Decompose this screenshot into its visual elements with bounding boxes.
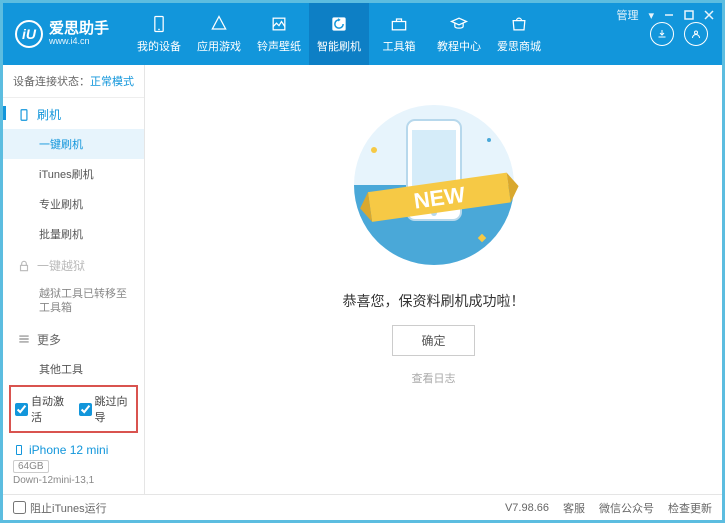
status-value: 正常模式 <box>90 76 134 88</box>
refresh-icon <box>329 14 349 34</box>
checkbox-skip-guide[interactable]: 跳过向导 <box>79 393 133 425</box>
status-label: 设备连接状态： <box>13 76 90 88</box>
sidebar-item-pro-flash[interactable]: 专业刷机 <box>3 189 144 219</box>
success-illustration: NEW <box>329 95 539 275</box>
main-panel: NEW 恭喜您，保资料刷机成功啦！ 确定 查看日志 <box>145 65 722 494</box>
device-info[interactable]: iPhone 12 mini 64GB Down-12mini-13,1 <box>3 437 144 494</box>
minimize-button[interactable] <box>664 10 674 20</box>
section-jailbreak[interactable]: 一键越狱 <box>3 249 144 280</box>
phone-icon <box>13 444 25 456</box>
sidebar: 设备连接状态：正常模式 刷机 一键刷机 iTunes刷机 专业刷机 批量刷机 一… <box>3 65 145 494</box>
download-icon <box>656 28 668 40</box>
apps-icon <box>209 14 229 34</box>
checkbox-label: 阻止iTunes运行 <box>30 500 107 516</box>
tab-tutorials[interactable]: 教程中心 <box>429 3 489 65</box>
support-link[interactable]: 客服 <box>563 500 585 516</box>
tab-label: 智能刷机 <box>317 38 361 54</box>
tab-label: 铃声壁纸 <box>257 38 301 54</box>
tab-label: 教程中心 <box>437 38 481 54</box>
store-icon <box>509 14 529 34</box>
menu-button[interactable]: 管理 <box>616 7 638 23</box>
checkbox-label: 跳过向导 <box>95 393 133 425</box>
footer: 阻止iTunes运行 V7.98.66 客服 微信公众号 检查更新 <box>3 494 722 520</box>
device-capacity: 64GB <box>13 460 49 473</box>
check-update-link[interactable]: 检查更新 <box>668 500 712 516</box>
tab-label: 爱思商城 <box>497 38 541 54</box>
close-button[interactable] <box>704 10 714 20</box>
maximize-button[interactable] <box>684 10 694 20</box>
checkbox-input[interactable] <box>13 501 26 514</box>
checkbox-input[interactable] <box>15 403 28 416</box>
section-label: 刷机 <box>37 106 61 123</box>
section-label: 一键越狱 <box>37 257 85 274</box>
logo-area: iU 爱思助手 www.i4.cn <box>3 3 121 65</box>
version-label: V7.98.66 <box>505 502 549 514</box>
view-log-link[interactable]: 查看日志 <box>412 370 456 386</box>
sidebar-item-oneclick-flash[interactable]: 一键刷机 <box>3 129 144 159</box>
tab-my-device[interactable]: 我的设备 <box>129 3 189 65</box>
user-button[interactable] <box>684 22 708 46</box>
tab-flash[interactable]: 智能刷机 <box>309 3 369 65</box>
wallpaper-icon <box>269 14 289 34</box>
sidebar-item-itunes-flash[interactable]: iTunes刷机 <box>3 159 144 189</box>
wechat-link[interactable]: 微信公众号 <box>599 500 654 516</box>
section-more[interactable]: 更多 <box>3 323 144 354</box>
user-icon <box>690 28 702 40</box>
phone-icon <box>149 14 169 34</box>
device-name-text: iPhone 12 mini <box>29 443 108 457</box>
checkbox-label: 自动激活 <box>31 393 69 425</box>
tab-toolbox[interactable]: 工具箱 <box>369 3 429 65</box>
success-message: 恭喜您，保资料刷机成功啦！ <box>343 291 525 311</box>
download-button[interactable] <box>650 22 674 46</box>
checkbox-block-itunes[interactable]: 阻止iTunes运行 <box>13 500 107 516</box>
checkbox-auto-activate[interactable]: 自动激活 <box>15 393 69 425</box>
tab-label: 应用游戏 <box>197 38 241 54</box>
tab-label: 我的设备 <box>137 38 181 54</box>
logo-icon: iU <box>15 20 43 48</box>
app-subtitle: www.i4.cn <box>49 37 109 47</box>
checkbox-input[interactable] <box>79 403 92 416</box>
section-label: 更多 <box>37 331 61 348</box>
menu-dropdown-icon[interactable]: ▾ <box>648 9 654 22</box>
sidebar-item-other-tools[interactable]: 其他工具 <box>3 354 144 381</box>
device-model: Down-12mini-13,1 <box>13 475 134 486</box>
menu-icon <box>17 332 31 346</box>
tab-ringtones[interactable]: 铃声壁纸 <box>249 3 309 65</box>
window-controls: 管理 ▾ <box>616 7 714 23</box>
phone-icon <box>17 108 31 122</box>
tab-store[interactable]: 爱思商城 <box>489 3 549 65</box>
tab-apps[interactable]: 应用游戏 <box>189 3 249 65</box>
sidebar-item-batch-flash[interactable]: 批量刷机 <box>3 219 144 249</box>
toolbox-icon <box>389 14 409 34</box>
header: iU 爱思助手 www.i4.cn 我的设备 应用游戏 铃声壁纸 智能刷机 <box>3 3 722 65</box>
ok-button[interactable]: 确定 <box>392 325 474 356</box>
tab-label: 工具箱 <box>383 38 416 54</box>
app-window: iU 爱思助手 www.i4.cn 我的设备 应用游戏 铃声壁纸 智能刷机 <box>0 0 725 523</box>
graduation-icon <box>449 14 469 34</box>
nav-tabs: 我的设备 应用游戏 铃声壁纸 智能刷机 工具箱 教程中心 <box>129 3 650 65</box>
app-title: 爱思助手 <box>49 21 109 38</box>
connection-status: 设备连接状态：正常模式 <box>3 65 144 98</box>
jailbreak-note: 越狱工具已转移至工具箱 <box>3 280 144 323</box>
options-highlight-box: 自动激活 跳过向导 <box>9 385 138 433</box>
lock-icon <box>17 259 31 273</box>
section-flash[interactable]: 刷机 <box>3 98 144 129</box>
